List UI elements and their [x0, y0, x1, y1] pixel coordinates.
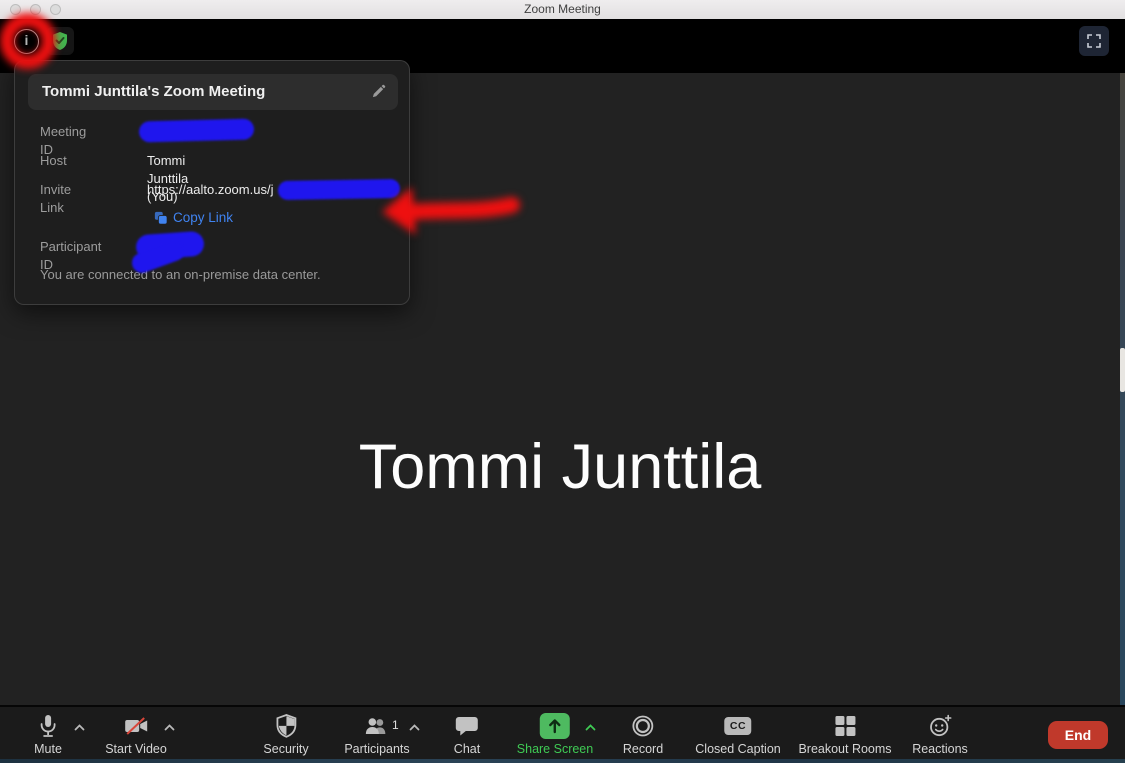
participants-icon — [364, 713, 390, 739]
encryption-shield-icon — [51, 31, 69, 51]
camera-off-icon — [123, 713, 149, 739]
copy-icon[interactable] — [154, 211, 168, 225]
reactions-button[interactable]: Reactions — [912, 713, 968, 756]
share-options-chevron-icon[interactable] — [585, 724, 596, 731]
share-screen-icon — [540, 713, 570, 739]
datacenter-note: You are connected to an on-premise data … — [40, 267, 321, 282]
reactions-icon — [928, 713, 952, 739]
meeting-info-icon[interactable]: i — [14, 29, 39, 54]
host-label: Host — [40, 152, 67, 170]
zoom-meeting-window: Zoom Meeting i Tommi Junttila Tommi Junt… — [0, 0, 1125, 763]
security-shield-icon — [275, 713, 297, 739]
participants-options-chevron-icon[interactable] — [409, 724, 420, 731]
copy-link-button[interactable]: Copy Link — [173, 209, 233, 227]
background-scrollbar-thumb — [1120, 348, 1125, 392]
breakout-rooms-button[interactable]: Breakout Rooms — [798, 713, 891, 756]
meeting-id-redaction — [139, 118, 255, 142]
fullscreen-button[interactable] — [1079, 26, 1109, 56]
microphone-icon — [38, 713, 58, 739]
chat-bubble-icon — [455, 713, 479, 739]
closed-caption-button[interactable]: CC Closed Caption — [695, 713, 780, 756]
closed-caption-icon: CC — [725, 713, 752, 739]
meeting-info-popup: Tommi Junttila's Zoom Meeting Meeting ID… — [14, 60, 410, 305]
edit-pencil-icon[interactable] — [371, 84, 386, 99]
participants-button[interactable]: Participants — [344, 713, 409, 756]
security-button[interactable]: Security — [263, 713, 308, 756]
chat-button[interactable]: Chat — [454, 713, 480, 756]
end-meeting-button[interactable]: End — [1048, 721, 1108, 749]
meeting-toolbar: Mute Start Video — [0, 705, 1125, 759]
encryption-shield-button[interactable] — [46, 27, 74, 55]
fullscreen-icon — [1086, 33, 1102, 49]
video-options-chevron-icon[interactable] — [164, 724, 175, 731]
invite-link-redaction — [278, 179, 400, 200]
window-title: Zoom Meeting — [0, 0, 1125, 19]
start-video-button[interactable]: Start Video — [105, 713, 167, 756]
breakout-rooms-icon — [834, 713, 856, 739]
share-screen-button[interactable]: Share Screen — [517, 713, 593, 756]
meeting-title: Tommi Junttila's Zoom Meeting — [42, 74, 265, 110]
mute-options-chevron-icon[interactable] — [74, 724, 85, 731]
record-icon — [631, 713, 655, 739]
window-titlebar: Zoom Meeting — [0, 0, 1125, 19]
popup-header: Tommi Junttila's Zoom Meeting — [28, 74, 398, 110]
record-button[interactable]: Record — [623, 713, 663, 756]
invite-link-value: https://aalto.zoom.us/j — [147, 181, 273, 199]
invite-link-label: Invite Link — [40, 181, 71, 217]
participants-count: 1 — [392, 718, 399, 732]
mute-button[interactable]: Mute — [34, 713, 62, 756]
participant-name: Tommi Junttila — [0, 431, 1120, 503]
